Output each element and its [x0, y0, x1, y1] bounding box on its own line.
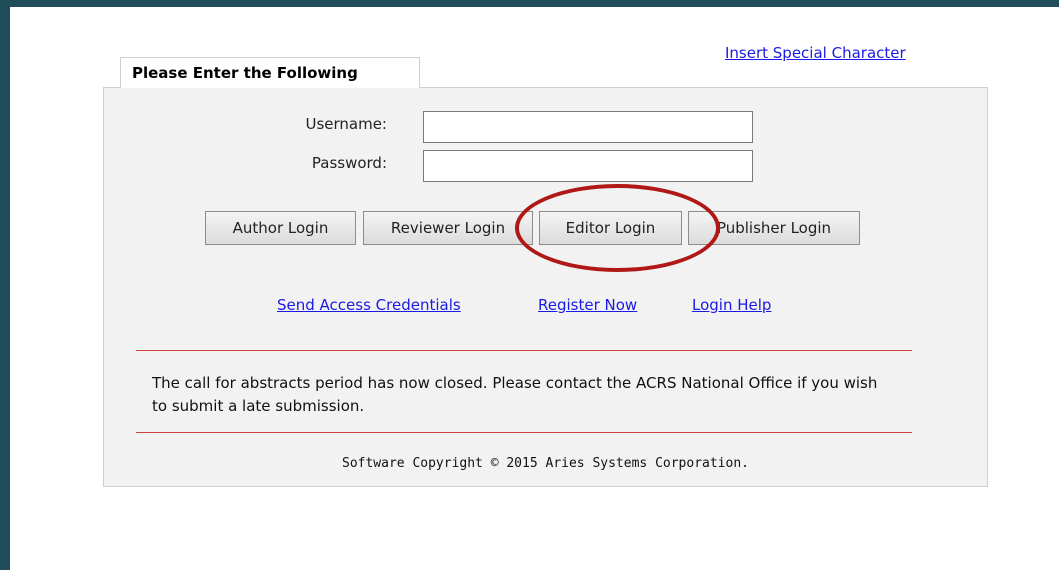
divider-bottom: [136, 432, 912, 433]
form-tab-title: Please Enter the Following: [120, 57, 420, 88]
login-panel: [103, 87, 988, 487]
insert-special-character-link[interactable]: Insert Special Character: [725, 44, 906, 62]
username-input[interactable]: [423, 111, 753, 143]
copyright-text: Software Copyright © 2015 Aries Systems …: [342, 456, 749, 471]
publisher-login-button[interactable]: Publisher Login: [688, 211, 860, 245]
reviewer-login-button[interactable]: Reviewer Login: [363, 211, 533, 245]
password-label: Password:: [311, 154, 387, 172]
register-now-link[interactable]: Register Now: [538, 296, 637, 314]
send-access-credentials-link[interactable]: Send Access Credentials: [277, 296, 461, 314]
username-label: Username:: [305, 115, 387, 133]
divider-top: [136, 350, 912, 351]
editor-login-button[interactable]: Editor Login: [539, 211, 682, 245]
login-help-link[interactable]: Login Help: [692, 296, 771, 314]
author-login-button[interactable]: Author Login: [205, 211, 356, 245]
password-input[interactable]: [423, 150, 753, 182]
notice-text: The call for abstracts period has now cl…: [152, 374, 878, 415]
